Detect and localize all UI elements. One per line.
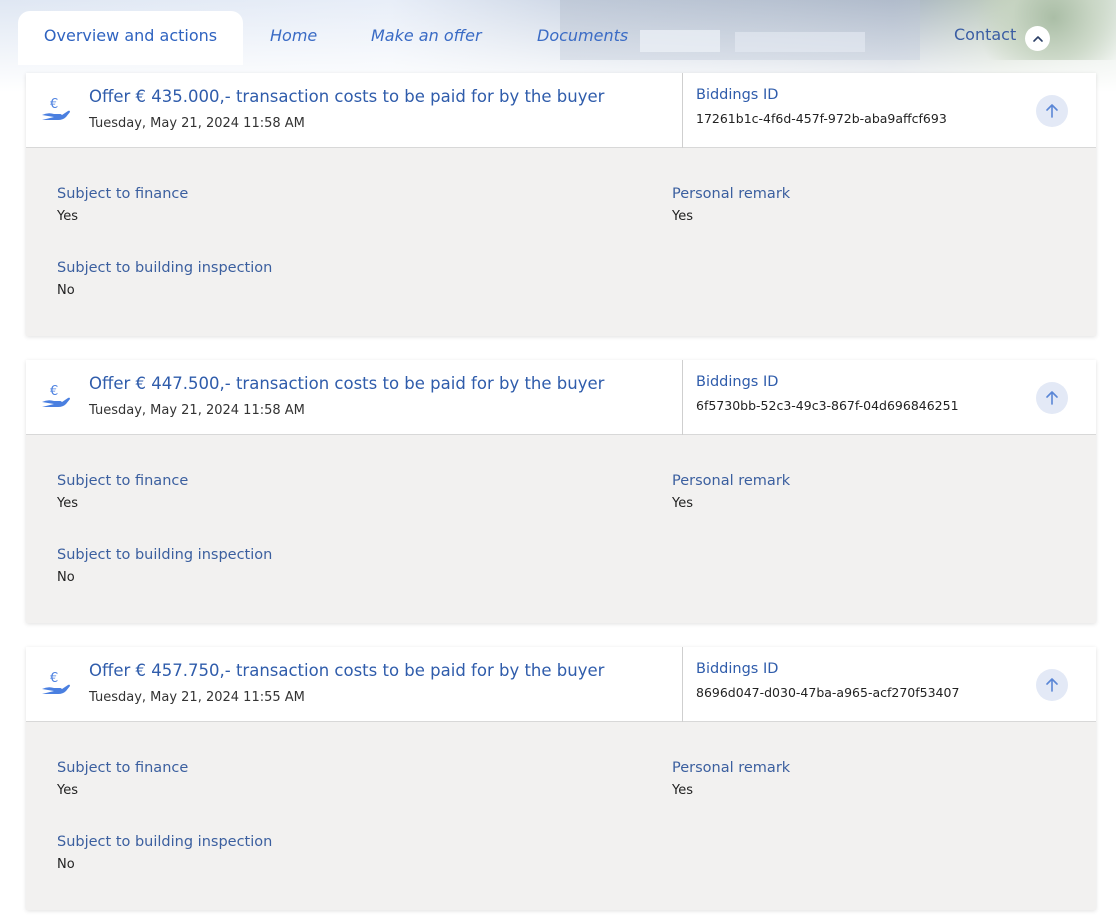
collapse-button[interactable] [1036, 382, 1068, 414]
euro-hand-icon: € [42, 97, 70, 120]
building-inspection-value: No [57, 857, 75, 872]
subject-to-finance-value: Yes [57, 496, 78, 511]
collapse-button[interactable] [1036, 95, 1068, 127]
personal-remark-value: Yes [672, 783, 693, 798]
personal-remark-label: Personal remark [672, 473, 791, 489]
tab-documents[interactable]: Documents [537, 11, 628, 65]
subject-to-finance-value: Yes [57, 209, 78, 224]
chevron-up-icon [1032, 35, 1043, 42]
arrow-up-icon [1046, 678, 1058, 692]
contact-link[interactable]: Contact [954, 11, 1016, 61]
offer-date: Tuesday, May 21, 2024 11:58 AM [89, 116, 305, 131]
svg-text:€: € [50, 97, 58, 112]
subject-to-finance-label: Subject to finance [57, 186, 189, 202]
euro-hand-icon: € [42, 671, 70, 694]
offer-card-header: € Offer € 447.500,- transaction costs to… [26, 360, 1096, 435]
euro-hand-icon: € [42, 384, 70, 407]
tab-overview-and-actions[interactable]: Overview and actions [18, 11, 243, 65]
tab-make-an-offer[interactable]: Make an offer [371, 11, 482, 65]
biddings-id-value: 17261b1c-4f6d-457f-972b-aba9affcf693 [696, 111, 947, 126]
biddings-id-label: Biddings ID [696, 661, 779, 677]
arrow-up-icon [1046, 391, 1058, 405]
header-divider [682, 647, 683, 722]
biddings-id-label: Biddings ID [696, 87, 779, 103]
building-inspection-label: Subject to building inspection [57, 260, 273, 276]
building-inspection-label: Subject to building inspection [57, 834, 273, 850]
offer-details: Subject to finance Yes Personal remark Y… [26, 722, 1096, 910]
offer-title: Offer € 435.000,- transaction costs to b… [89, 87, 605, 106]
contact-toggle-button[interactable] [1025, 26, 1050, 51]
collapse-button[interactable] [1036, 669, 1068, 701]
biddings-id-label: Biddings ID [696, 374, 779, 390]
svg-text:€: € [50, 671, 58, 686]
subject-to-finance-value: Yes [57, 783, 78, 798]
offer-card: € Offer € 447.500,- transaction costs to… [26, 360, 1096, 623]
biddings-id-value: 6f5730bb-52c3-49c3-867f-04d696846251 [696, 398, 959, 413]
building-inspection-value: No [57, 283, 75, 298]
arrow-up-icon [1046, 104, 1058, 118]
svg-text:€: € [50, 384, 58, 399]
personal-remark-label: Personal remark [672, 186, 791, 202]
subject-to-finance-label: Subject to finance [57, 760, 189, 776]
personal-remark-value: Yes [672, 496, 693, 511]
offer-card-header: € Offer € 435.000,- transaction costs to… [26, 73, 1096, 148]
offer-card: € Offer € 435.000,- transaction costs to… [26, 73, 1096, 336]
offer-date: Tuesday, May 21, 2024 11:58 AM [89, 403, 305, 418]
tab-home[interactable]: Home [270, 11, 317, 65]
offer-details: Subject to finance Yes Personal remark Y… [26, 148, 1096, 336]
offer-card-header: € Offer € 457.750,- transaction costs to… [26, 647, 1096, 722]
main-tabs: Overview and actions Home Make an offer … [18, 11, 1098, 65]
building-inspection-label: Subject to building inspection [57, 547, 273, 563]
subject-to-finance-label: Subject to finance [57, 473, 189, 489]
offer-date: Tuesday, May 21, 2024 11:55 AM [89, 690, 305, 705]
offer-details: Subject to finance Yes Personal remark Y… [26, 435, 1096, 623]
offer-title: Offer € 447.500,- transaction costs to b… [89, 374, 605, 393]
biddings-id-value: 8696d047-d030-47ba-a965-acf270f53407 [696, 685, 960, 700]
personal-remark-label: Personal remark [672, 760, 791, 776]
building-inspection-value: No [57, 570, 75, 585]
header-divider [682, 73, 683, 148]
offer-title: Offer € 457.750,- transaction costs to b… [89, 661, 605, 680]
personal-remark-value: Yes [672, 209, 693, 224]
header-divider [682, 360, 683, 435]
offer-card: € Offer € 457.750,- transaction costs to… [26, 647, 1096, 910]
